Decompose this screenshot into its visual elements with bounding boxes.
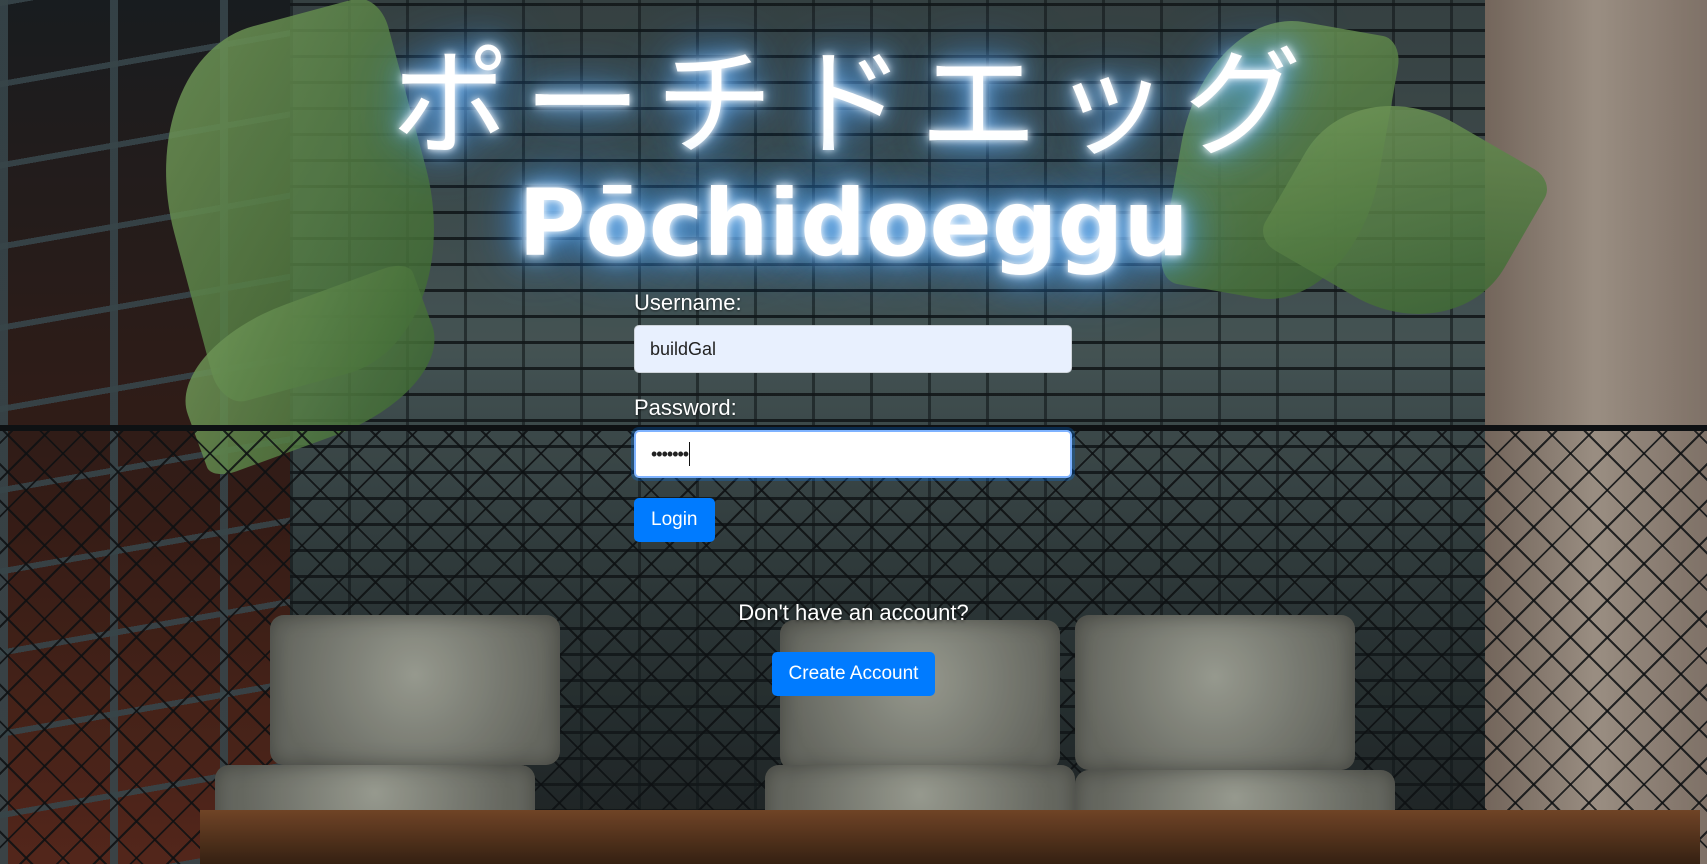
neon-sign-romaji: Pōchidoeggu xyxy=(518,170,1189,277)
username-input[interactable]: buildGal xyxy=(634,325,1072,373)
text-caret xyxy=(689,442,691,466)
neon-sign-japanese: ポーチドエッグ xyxy=(391,35,1316,173)
login-form: Username: buildGal Password: ••••••• Log… xyxy=(634,290,1072,542)
password-label: Password: xyxy=(634,395,737,420)
no-account-prompt: Don't have an account? xyxy=(738,600,969,625)
create-account-button[interactable]: Create Account xyxy=(771,652,936,696)
login-button[interactable]: Login xyxy=(634,498,715,542)
password-input[interactable]: ••••••• xyxy=(634,430,1072,478)
username-label: Username: xyxy=(634,290,742,315)
password-value: ••••••• xyxy=(651,443,689,464)
username-value: buildGal xyxy=(650,338,717,359)
